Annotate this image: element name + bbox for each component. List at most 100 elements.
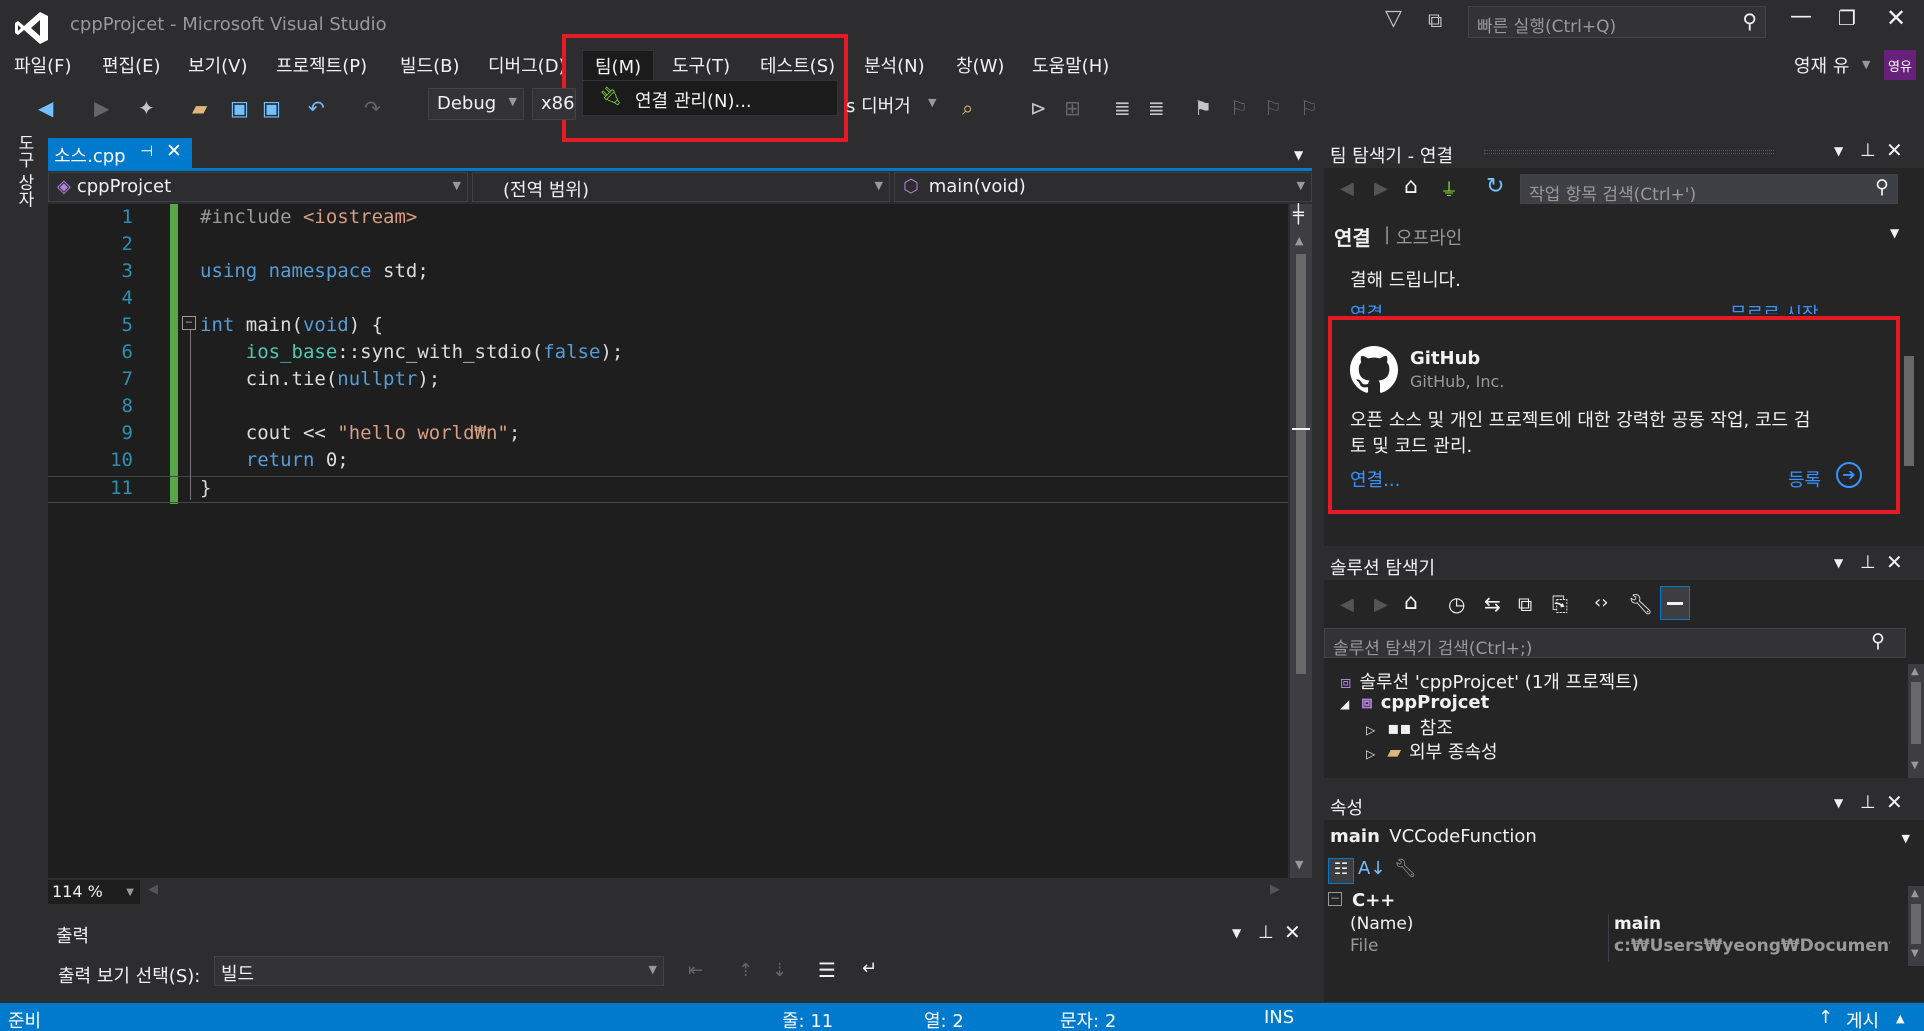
tree-external-deps[interactable]: ▷ ▰ 외부 종속성: [1366, 738, 1498, 764]
categorized-icon[interactable]: ☷: [1328, 858, 1354, 884]
next-bookmark-icon[interactable]: ⚐: [1264, 96, 1282, 120]
code-editor[interactable]: 1 #include <iostream> 2 3 using namespace …: [48, 204, 1288, 878]
se-collapse-all-icon[interactable]: ⧉: [1518, 592, 1532, 616]
solution-explorer-close-icon[interactable]: ✕: [1886, 550, 1903, 574]
output-source-select[interactable]: 빌드 ▼: [214, 956, 664, 986]
te-forward-icon[interactable]: ▶: [1374, 178, 1388, 199]
quick-launch-input[interactable]: 빠른 실행(Ctrl+Q) ⚲: [1468, 6, 1766, 38]
prev-bookmark-icon[interactable]: ⚐: [1230, 96, 1248, 120]
menu-window[interactable]: 창(W): [956, 52, 1004, 78]
open-folder-icon[interactable]: ▰: [192, 96, 207, 120]
output-pin-icon[interactable]: ⊥: [1258, 922, 1274, 943]
close-button[interactable]: ✕: [1886, 4, 1906, 32]
output-close-icon[interactable]: ✕: [1284, 920, 1301, 944]
word-wrap-icon[interactable]: ↵: [862, 958, 877, 979]
se-sync-icon[interactable]: ⇆: [1484, 592, 1501, 616]
prop-name-value[interactable]: main: [1614, 914, 1661, 934]
te-back-icon[interactable]: ◀: [1340, 178, 1354, 199]
category-collapse-icon[interactable]: −: [1328, 892, 1342, 906]
menu-analyze[interactable]: 분석(N): [864, 52, 925, 78]
top-connect-link[interactable]: 연결...: [1350, 300, 1400, 314]
top-free-start-link[interactable]: 무료로 시작: [1730, 300, 1819, 314]
clear-all-icon[interactable]: ☰: [818, 958, 836, 982]
menu-help[interactable]: 도움말(H): [1032, 52, 1109, 78]
redo-icon[interactable]: ↷: [364, 96, 381, 120]
properties-close-icon[interactable]: ✕: [1886, 790, 1903, 814]
properties-pin-icon[interactable]: ⊥: [1860, 792, 1876, 813]
editor-vertical-scrollbar[interactable]: ╪ ▲ ▼: [1290, 204, 1312, 878]
save-icon[interactable]: ▣: [230, 96, 249, 120]
team-explorer-pin-icon[interactable]: ⊥: [1860, 140, 1876, 161]
menu-edit[interactable]: 편집(E): [102, 52, 161, 78]
comment-icon[interactable]: ≣: [1114, 96, 1131, 120]
platform-select[interactable]: x86: [532, 88, 576, 120]
publish-chevron-icon[interactable]: ▲: [1896, 1012, 1904, 1025]
project-navigation-select[interactable]: ◈ cppProjcet ▼: [48, 172, 468, 202]
te-connect-icon[interactable]: ⏚: [1440, 176, 1458, 202]
properties-dropdown-icon[interactable]: ▼: [1834, 796, 1843, 810]
menu-project[interactable]: 프로젝트(P): [276, 52, 367, 78]
zoom-select[interactable]: 114 % ▼: [48, 880, 140, 904]
scope-navigation-select[interactable]: (전역 범위) ▼: [472, 172, 890, 202]
se-pending-changes-icon[interactable]: ◷: [1448, 592, 1465, 616]
toolbox-tab[interactable]: 도구 상자: [12, 134, 37, 207]
filter-icon[interactable]: ▽: [1385, 6, 1402, 31]
publish-icon[interactable]: ↑: [1818, 1007, 1833, 1028]
find-in-files-icon[interactable]: ⌕: [962, 96, 973, 120]
new-project-icon[interactable]: ✦: [138, 96, 155, 120]
debugger-label[interactable]: s 디버거: [846, 92, 911, 118]
se-show-all-files-icon[interactable]: ⎘: [1552, 592, 1568, 616]
te-refresh-icon[interactable]: ↻: [1486, 174, 1504, 199]
goto-prev-icon[interactable]: ⇤: [688, 960, 703, 981]
se-home-icon[interactable]: ⌂: [1404, 590, 1418, 615]
team-explorer-scrollbar[interactable]: [1904, 356, 1914, 466]
step-over-icon[interactable]: ⊞: [1064, 96, 1081, 120]
team-explorer-dropdown-icon[interactable]: ▼: [1834, 144, 1843, 158]
tree-references[interactable]: ▷ ▪▪ 참조: [1366, 714, 1453, 740]
prop-file-value[interactable]: c:₩Users₩yeong₩Documents₩V: [1614, 936, 1890, 956]
se-forward-icon[interactable]: ▶: [1374, 594, 1388, 615]
split-icon[interactable]: ╪: [1293, 204, 1304, 225]
solution-explorer-pin-icon[interactable]: ⊥: [1860, 552, 1876, 573]
back-icon[interactable]: ◀: [38, 96, 53, 120]
goto-next-message-icon[interactable]: ⇣: [772, 960, 787, 981]
se-view-code-icon[interactable]: ‹›: [1594, 592, 1608, 613]
property-pages-icon[interactable]: 🔧︎: [1394, 858, 1417, 879]
save-all-icon[interactable]: ▣: [262, 96, 281, 120]
solution-explorer-scrollbar[interactable]: ▲ ▼: [1908, 664, 1924, 778]
se-preview-toggle[interactable]: [1660, 586, 1690, 620]
restore-button[interactable]: ❐: [1838, 6, 1856, 30]
collapse-icon[interactable]: −: [182, 316, 196, 330]
solution-explorer-dropdown-icon[interactable]: ▼: [1834, 556, 1843, 570]
bookmark-icon[interactable]: ⚑: [1194, 96, 1212, 120]
minimize-button[interactable]: —: [1790, 4, 1812, 29]
te-home-icon[interactable]: ⌂: [1404, 174, 1418, 199]
se-properties-icon[interactable]: 🔧︎: [1628, 592, 1653, 616]
properties-object-select[interactable]: main VCCodeFunction ▼: [1330, 826, 1920, 854]
user-name[interactable]: 영재 유: [1794, 52, 1849, 78]
step-icon[interactable]: ⊳: [1030, 96, 1047, 120]
solution-search-input[interactable]: 솔루션 탐색기 검색(Ctrl+;) ⚲: [1324, 628, 1906, 659]
output-dropdown-icon[interactable]: ▼: [1232, 926, 1241, 940]
menu-debug[interactable]: 디버그(D): [488, 52, 566, 78]
clear-bookmarks-icon[interactable]: ⚐: [1300, 96, 1318, 120]
undo-icon[interactable]: ↶: [308, 96, 325, 120]
tab-source-cpp[interactable]: 소스.cpp ⊣ ✕: [48, 138, 192, 168]
user-chevron-icon[interactable]: ▼: [1862, 58, 1870, 71]
menu-build[interactable]: 빌드(B): [400, 52, 460, 78]
member-navigation-select[interactable]: ⬡ main(void) ▼: [894, 172, 1312, 202]
tree-solution[interactable]: ⧈ 솔루션 'cppProjcet' (1개 프로젝트): [1340, 668, 1639, 694]
menu-view[interactable]: 보기(V): [188, 52, 247, 78]
properties-scrollbar[interactable]: ▲ ▼: [1908, 886, 1924, 966]
alphabetical-icon[interactable]: A↓: [1358, 858, 1385, 879]
section-dropdown-icon[interactable]: ▼: [1890, 226, 1899, 240]
work-item-search-input[interactable]: 작업 항목 검색(Ctrl+') ⚲: [1520, 174, 1898, 205]
goto-prev-message-icon[interactable]: ⇡: [738, 960, 753, 981]
tree-project[interactable]: ◢ ⧈ cppProjcet: [1340, 692, 1489, 713]
avatar[interactable]: 영유: [1884, 50, 1916, 80]
tab-close-icon[interactable]: ✕: [166, 140, 182, 162]
uncomment-icon[interactable]: ≣: [1148, 96, 1165, 120]
se-back-icon[interactable]: ◀: [1340, 594, 1354, 615]
menu-file[interactable]: 파일(F): [14, 52, 72, 78]
tab-overflow-icon[interactable]: ▼: [1294, 148, 1303, 162]
